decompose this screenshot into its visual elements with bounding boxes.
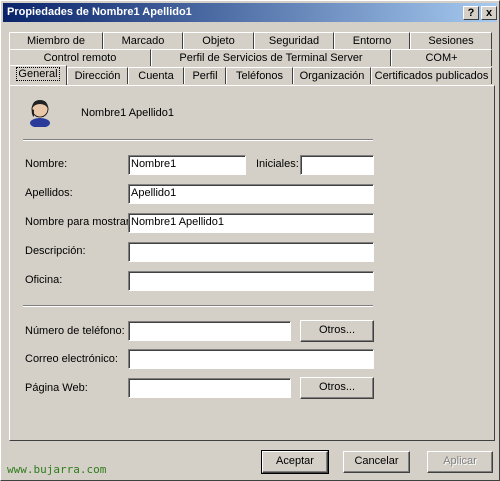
correo-label: Correo electrónico: <box>25 353 118 365</box>
watermark: www.bujarra.com <box>7 463 107 476</box>
help-button[interactable]: ? <box>463 6 479 20</box>
tab-certificados[interactable]: Certificados publicados <box>371 67 492 84</box>
tab-organizacion[interactable]: Organización <box>293 67 371 84</box>
tab-entorno[interactable]: Entorno <box>334 32 410 49</box>
tab-terminal-server[interactable]: Perfil de Servicios de Terminal Server <box>151 49 391 66</box>
tab-marcado[interactable]: Marcado <box>103 32 183 49</box>
apellidos-field[interactable]: Apellido1 <box>128 184 374 204</box>
tab-objeto[interactable]: Objeto <box>183 32 254 49</box>
user-icon <box>30 100 50 127</box>
mostrar-field[interactable]: Nombre1 Apellido1 <box>128 213 374 233</box>
tab-general[interactable]: General <box>9 65 67 85</box>
web-otros-button[interactable]: Otros... <box>300 377 374 399</box>
title-bar[interactable]: Propiedades de Nombre1 Apellido1 ? x <box>3 3 497 22</box>
mostrar-label: Nombre para mostrar: <box>25 216 133 228</box>
correo-field[interactable] <box>128 349 374 369</box>
tab-cuenta[interactable]: Cuenta <box>128 67 184 84</box>
apellidos-label: Apellidos: <box>25 187 73 199</box>
iniciales-label: Iniciales: <box>256 158 299 170</box>
properties-window: Propiedades de Nombre1 Apellido1 ? x Mie… <box>0 0 500 481</box>
tab-com[interactable]: COM+ <box>391 49 492 66</box>
separator <box>23 305 373 307</box>
nombre-label: Nombre: <box>25 158 68 170</box>
window-title: Propiedades de Nombre1 Apellido1 <box>7 6 192 18</box>
accept-button[interactable]: Aceptar <box>261 450 329 474</box>
tab-telefonos[interactable]: Teléfonos <box>226 67 293 84</box>
oficina-label: Oficina: <box>25 274 63 286</box>
telefono-otros-button[interactable]: Otros... <box>300 320 374 342</box>
user-display-name: Nombre1 Apellido1 <box>81 107 174 119</box>
descripcion-label: Descripción: <box>25 245 86 257</box>
tab-perfil[interactable]: Perfil <box>184 67 226 84</box>
tab-miembro-de[interactable]: Miembro de <box>9 32 103 49</box>
separator <box>23 139 373 141</box>
apply-button[interactable]: Aplicar <box>427 451 493 473</box>
telefono-field[interactable] <box>128 321 291 341</box>
tab-sesiones[interactable]: Sesiones <box>410 32 492 49</box>
telefono-label: Número de teléfono: <box>25 325 125 337</box>
web-label: Página Web: <box>25 382 88 394</box>
web-field[interactable] <box>128 378 291 398</box>
close-button[interactable]: x <box>481 6 497 20</box>
tab-control-remoto[interactable]: Control remoto <box>9 49 151 66</box>
cancel-button[interactable]: Cancelar <box>343 451 410 473</box>
tab-seguridad[interactable]: Seguridad <box>254 32 334 49</box>
nombre-field[interactable]: Nombre1 <box>128 155 246 175</box>
oficina-field[interactable] <box>128 271 374 291</box>
tab-direccion[interactable]: Dirección <box>67 67 128 84</box>
descripcion-field[interactable] <box>128 242 374 262</box>
iniciales-field[interactable] <box>300 155 374 175</box>
